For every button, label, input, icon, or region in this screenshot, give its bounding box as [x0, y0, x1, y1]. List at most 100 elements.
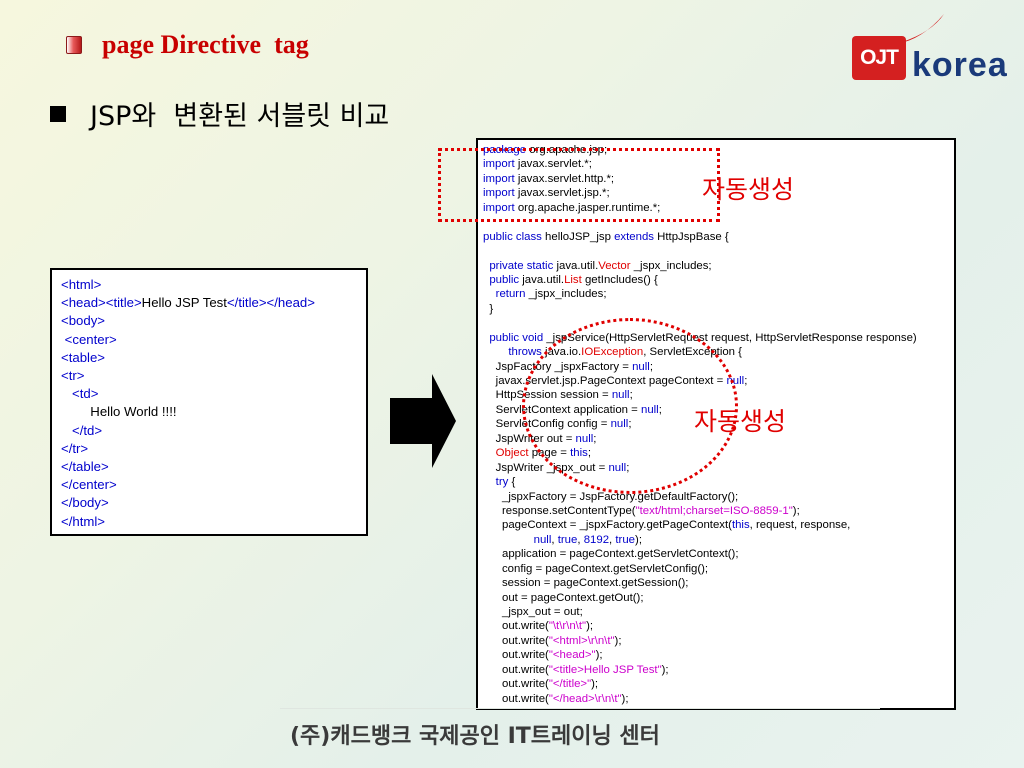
code-token: "</title>" [548, 678, 592, 691]
code-token: "\t\r\n\t" [548, 620, 587, 633]
right-arrow-icon [390, 374, 456, 468]
logo-box: OJT [852, 36, 906, 80]
servlet-code-line: response.setContentType("text/html;chars… [483, 504, 954, 518]
servlet-code-line: out.write("\t\r\n\t"); [483, 619, 954, 633]
servlet-code-line: out.write("</head>\r\n\t"); [483, 692, 954, 706]
jsp-code-line: </body> [61, 494, 366, 512]
code-token: ); [792, 504, 800, 517]
servlet-code-line: out.write("<head>"); [483, 648, 954, 662]
code-token: out.write( [483, 678, 549, 691]
code-token: true [557, 533, 578, 546]
code-token: _jspx_includes; [630, 259, 712, 272]
jsp-code-line: Hello World !!!! [61, 403, 366, 421]
servlet-code-line [483, 316, 954, 330]
code-token: public [489, 273, 520, 286]
auto-generated-imports-highlight [438, 148, 720, 222]
jsp-code-line: <body> [61, 312, 366, 330]
code-token: <html> [61, 277, 102, 292]
code-token: HttpJspBase { [653, 230, 729, 243]
code-token: ); [591, 678, 599, 691]
section-heading: JSP와 변환된 서블릿 비교 [90, 101, 390, 132]
code-token: "<title>Hello JSP Test" [548, 663, 662, 676]
code-token: </title></head> [226, 295, 315, 311]
code-token: java.util. [519, 273, 565, 286]
auto-generated-label-top: 자동생성 [702, 175, 795, 204]
code-token: </body> [61, 495, 109, 511]
code-token: </html> [61, 513, 105, 529]
slide-bullet-icon [66, 36, 82, 54]
servlet-code-line: _jspx_out = out; [483, 605, 954, 619]
footer-divider [280, 708, 880, 709]
servlet-code-line: out = pageContext.getOut(); [483, 591, 954, 605]
servlet-code-line: try { [483, 475, 954, 489]
code-token: } [483, 302, 494, 315]
code-token: try [495, 476, 509, 489]
servlet-code-line: public class helloJSP_jsp extends HttpJs… [483, 230, 954, 244]
servlet-code-line: private static java.util.Vector _jspx_in… [483, 259, 954, 273]
code-token: ); [661, 663, 669, 676]
code-token: , request, response, [749, 519, 851, 532]
code-token: pageContext = _jspxFactory.getPageContex… [483, 519, 732, 532]
code-token: public void [489, 331, 544, 344]
code-token: true [615, 533, 636, 546]
code-token: List [564, 273, 582, 286]
code-token: </tr> [61, 440, 89, 456]
code-token: "<html>\r\n\t" [548, 634, 615, 647]
code-token: ; [744, 375, 748, 387]
jsp-code-line: <html> [61, 276, 366, 294]
code-token: session = pageContext.getSession(); [483, 577, 689, 590]
code-token: getIncludes() { [581, 273, 658, 286]
code-token: out.write( [483, 692, 549, 705]
code-token: private static [489, 259, 554, 272]
jsp-code-line: <td> [61, 385, 366, 403]
code-token: return [495, 288, 526, 301]
logo-text: korea [912, 46, 1008, 84]
servlet-code-line: out.write("<html>\r\n\t"); [483, 634, 954, 648]
code-token: </center> [61, 477, 117, 493]
code-token: Hello JSP Test [141, 295, 227, 311]
code-token: _jspx_out = out; [483, 606, 583, 618]
servlet-code-line: pageContext = _jspxFactory.getPageContex… [483, 518, 954, 532]
code-token: Object [495, 447, 529, 460]
heading-square-bullet-icon [50, 106, 66, 122]
servlet-code-line: } [483, 302, 954, 316]
code-token: response.setContentType( [483, 504, 636, 517]
code-token: <body> [61, 313, 105, 329]
code-token: <table> [61, 349, 105, 365]
jsp-source-box: <html> <head><title>Hello JSP Test</title… [50, 268, 368, 536]
ojt-korea-logo: OJT korea [852, 10, 1014, 90]
code-token: { [508, 476, 516, 489]
code-token: <td> [61, 386, 99, 402]
code-token: ); [586, 620, 594, 633]
code-token: <head><title> [61, 295, 142, 311]
code-token: </td> [61, 422, 103, 438]
servlet-code-line: null, true, 8192, true); [483, 533, 954, 547]
jsp-code-line: </table> [61, 458, 366, 476]
jsp-code-line: <head><title>Hello JSP Test</title></hea… [61, 294, 366, 312]
code-token: "</head>\r\n\t" [548, 692, 622, 705]
jsp-code-line: <table> [61, 349, 366, 367]
code-token: throws [508, 346, 542, 359]
code-token: "text/html;charset=ISO-8859-1" [635, 504, 793, 517]
code-token: out.write( [483, 634, 549, 647]
servlet-code-line: _jspxFactory = JspFactory.getDefaultFact… [483, 490, 954, 504]
code-token: ); [614, 634, 622, 647]
jsp-code-line: </center> [61, 476, 366, 494]
code-token: config = pageContext.getServletConfig(); [483, 562, 709, 575]
code-token: this [731, 519, 750, 532]
code-token: 8192 [583, 533, 610, 546]
servlet-code-line: config = pageContext.getServletConfig(); [483, 562, 954, 576]
servlet-code-line: out.write("</title>"); [483, 677, 954, 691]
jsp-code-line: </tr> [61, 440, 366, 458]
code-token: ); [595, 649, 603, 662]
code-token: Hello World !!!! [61, 404, 177, 420]
code-token: "<head>" [548, 649, 596, 662]
code-token: helloJSP_jsp [541, 230, 615, 243]
servlet-code-line: public java.util.List getIncludes() { [483, 273, 954, 287]
jsp-code-line: <center> [61, 331, 366, 349]
